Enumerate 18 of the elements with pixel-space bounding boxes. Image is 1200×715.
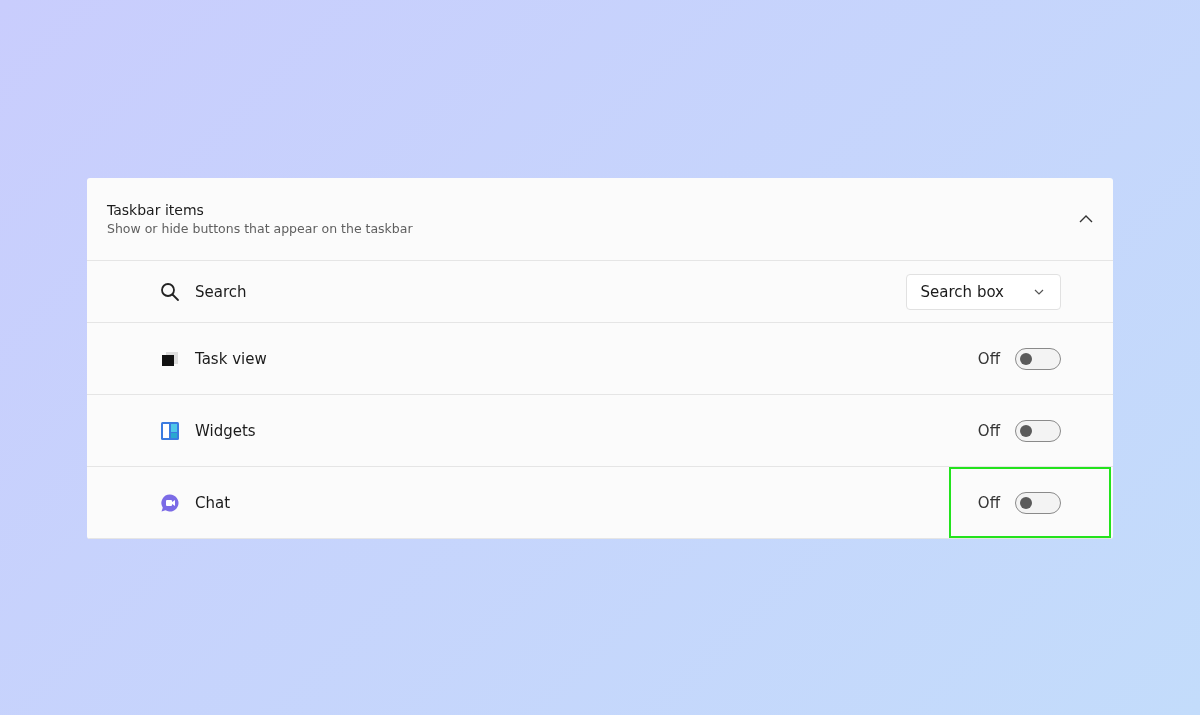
setting-label: Search xyxy=(195,282,248,301)
toggle-state: Off xyxy=(977,421,1000,440)
toggle-switch[interactable] xyxy=(1015,491,1061,514)
chevron-icon[interactable] xyxy=(1079,215,1093,223)
dropdown[interactable]: Search box xyxy=(905,273,1061,310)
setting-label: Widgets xyxy=(195,421,257,440)
toggle-state: Off xyxy=(977,349,1000,368)
setting-label: Task view xyxy=(195,349,268,368)
section-title: Taskbar items xyxy=(107,202,205,218)
setting-label: Chat xyxy=(195,493,232,512)
chat-bubble-icon xyxy=(160,492,180,513)
chevron-down-icon xyxy=(1034,288,1044,295)
toggle-switch[interactable] xyxy=(1015,347,1061,370)
toggle-switch[interactable] xyxy=(1015,419,1061,442)
toggle-state: Off xyxy=(977,493,1000,512)
search-icon xyxy=(160,281,180,302)
section-subtitle: Show or hide buttons that appear on the taskbar xyxy=(107,221,414,236)
panels-icon xyxy=(160,420,180,441)
